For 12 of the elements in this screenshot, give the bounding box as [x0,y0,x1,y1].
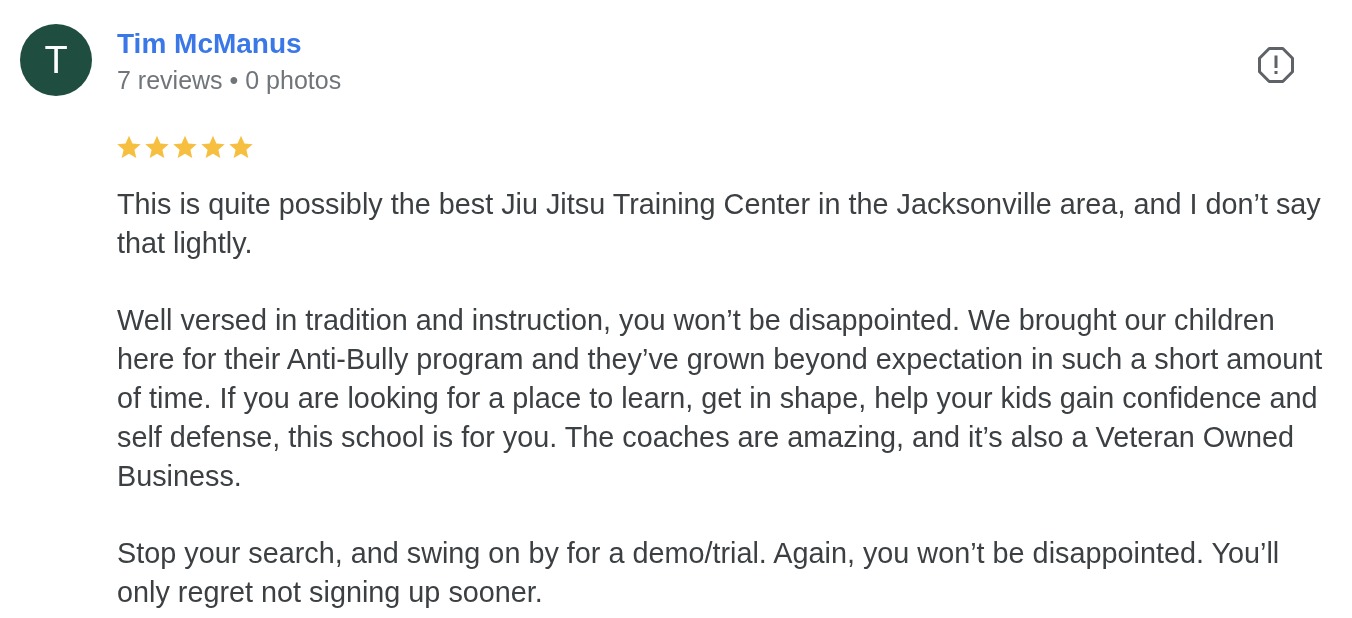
avatar[interactable]: T [20,24,92,96]
star-icon [145,135,169,159]
star-icon [229,135,253,159]
review-paragraph: Well versed in tradition and instruction, you won’t be disappointed. We brought our children here for their Anti-Bully program and they’ve grown beyond expectation in such a short amount of time. If you are looking for a place to learn, get in shape, help your kids gain confidence and self defense, this school is for you. The coaches are amazing, and it’s also a Veteran Owned Business. [117,303,1324,494]
star-icon [117,135,141,159]
author-name[interactable]: Tim McManus [117,28,342,60]
alert-icon[interactable] [1258,47,1294,83]
review-meta: 7 reviews • 0 photos [117,65,342,95]
star-icon [173,135,197,159]
review-paragraph: Stop your search, and swing on by for a demo/trial. Again, you won’t be disappointed. You’ll only regret not signing up sooner. [117,536,1281,610]
review-paragraph: This is quite possibly the best Jiu Jitsu Training Center in the Jacksonville area, and I don’t say that lightly. [117,187,1322,261]
star-icon [201,135,225,159]
